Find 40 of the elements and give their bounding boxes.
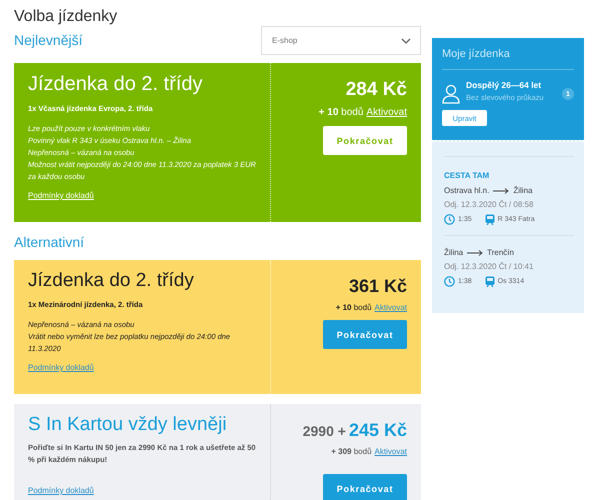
chevron-down-icon: [401, 38, 411, 44]
panel-title: Moje jízdenka: [442, 48, 574, 70]
section-heading: Nejlevnější: [14, 32, 84, 48]
points-text: + 309 bodů: [331, 447, 372, 456]
continue-button[interactable]: Pokračovat: [323, 320, 407, 349]
conditions-link[interactable]: Podmínky dokladů: [28, 191, 94, 200]
station-name: Ostrava hl.n.: [444, 186, 490, 195]
ticket-price: 245 Kč: [348, 420, 407, 441]
departure-time: Odj. 12.3.2020 Čt / 10:41: [444, 262, 534, 271]
arrow-right-icon: [467, 250, 484, 256]
points-text: + 10 bodů: [318, 107, 364, 118]
continue-button[interactable]: Pokračovat: [323, 126, 407, 155]
ticket-price: 284 Kč: [346, 79, 407, 101]
points-text: + 10 bodů: [336, 303, 372, 312]
continue-button[interactable]: Pokračovat: [323, 474, 407, 500]
conditions-link[interactable]: Podmínky dokladů: [28, 363, 94, 372]
person-icon: [442, 84, 460, 104]
train-icon: [484, 276, 495, 287]
passenger-type: Dospělý 26—64 let: [466, 80, 542, 90]
clock-icon: [444, 276, 455, 287]
ticket-price: 361 Kč: [348, 276, 407, 297]
journey-heading: CESTA TAM: [444, 156, 574, 180]
card-price: 2990 +: [302, 423, 346, 439]
page-title: Volba jízdenky: [14, 8, 118, 26]
train-icon: [484, 214, 495, 225]
station-name: Žilina: [444, 248, 464, 257]
clock-icon: [444, 214, 455, 225]
ticket-title: Jízdenka do 2. třídy: [28, 270, 195, 292]
arrow-right-icon: [493, 188, 510, 194]
activate-link[interactable]: Aktivovat: [366, 107, 407, 118]
station-name: Trenčín: [487, 248, 514, 257]
departure-time: Odj. 12.3.2020 Čt / 08:58: [444, 200, 534, 209]
activate-link[interactable]: Aktivovat: [374, 447, 407, 456]
section-heading: Alternativní: [14, 234, 86, 250]
ticket-title: S In Kartou vždy levněji: [28, 414, 228, 436]
activate-link[interactable]: Aktivovat: [374, 303, 407, 312]
station-name: Žilina: [513, 186, 532, 195]
channel-select[interactable]: E-shop: [261, 26, 421, 55]
conditions-link[interactable]: Podmínky dokladů: [28, 486, 94, 495]
ticket-title: Jízdenka do 2. třídy: [28, 73, 204, 96]
